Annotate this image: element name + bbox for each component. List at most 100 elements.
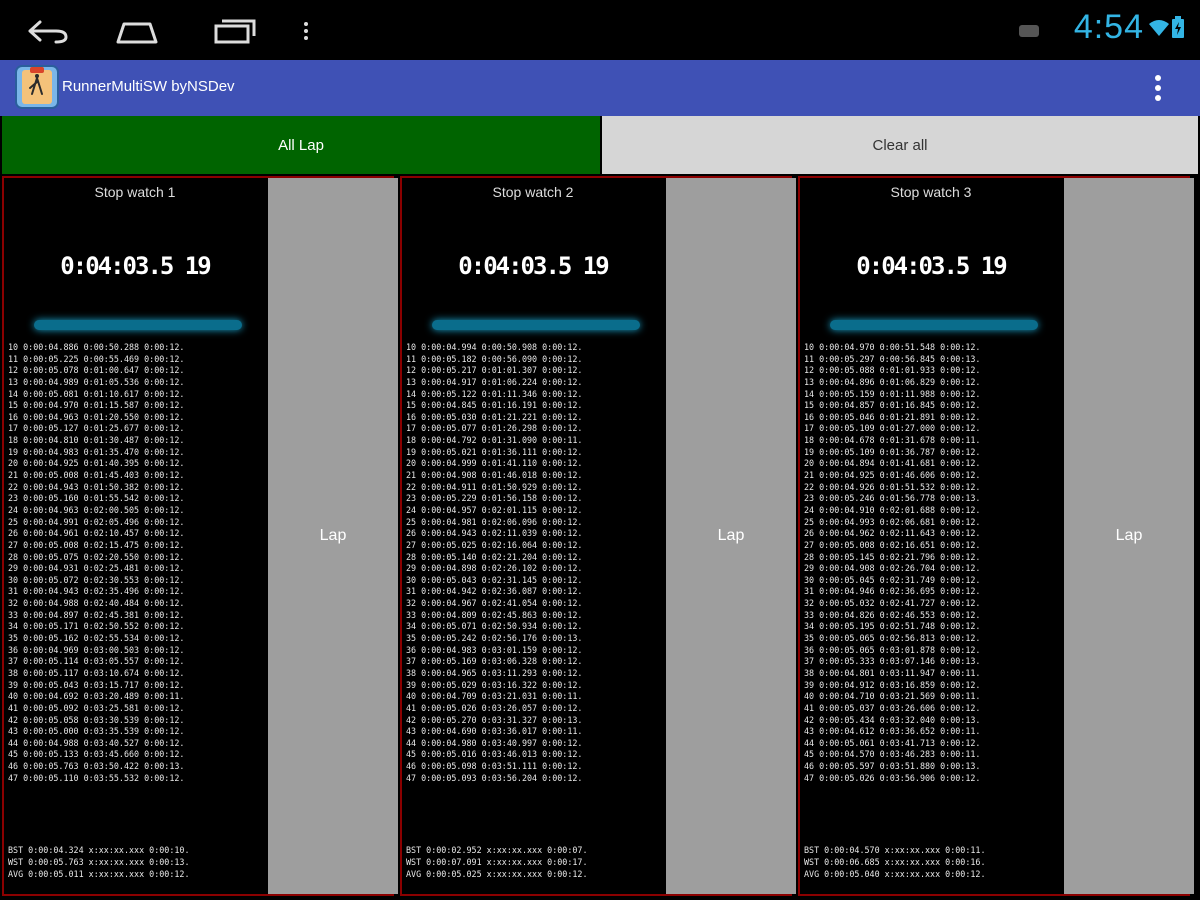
lap-row: 13 0:00:04.989 0:01:05.536 0:00:12.: [8, 376, 185, 387]
stat-row: WST 0:00:05.763 x:xx:xx.xxx 0:00:13.: [8, 857, 190, 867]
lap-list[interactable]: 10 0:00:04.994 0:00:50.908 0:00:12. 11 0:…: [406, 342, 662, 842]
lap-row: 45 0:00:05.133 0:03:45.660 0:00:12.: [8, 749, 185, 760]
lap-row: 41 0:00:05.026 0:03:26.057 0:00:12.: [406, 702, 583, 713]
lap-row: 45 0:00:04.570 0:03:46.283 0:00:11.: [804, 749, 981, 760]
system-status-bar: 4:54: [0, 0, 1200, 60]
lap-row: 34 0:00:05.071 0:02:50.934 0:00:12.: [406, 621, 583, 632]
stat-row: BST 0:00:04.324 x:xx:xx.xxx 0:00:10.: [8, 845, 190, 855]
stat-row: BST 0:00:04.570 x:xx:xx.xxx 0:00:11.: [804, 845, 986, 855]
lap-row: 17 0:00:05.109 0:01:27.000 0:00:12.: [804, 423, 981, 434]
lap-row: 28 0:00:05.140 0:02:21.204 0:00:12.: [406, 551, 583, 562]
lap-row: 18 0:00:04.810 0:01:30.487 0:00:12.: [8, 435, 185, 446]
lap-row: 10 0:00:04.886 0:00:50.288 0:00:12.: [8, 342, 185, 352]
all-lap-button[interactable]: All Lap: [2, 116, 600, 174]
wifi-icon: [1149, 20, 1169, 36]
lap-list[interactable]: 10 0:00:04.970 0:00:51.548 0:00:12. 11 0:…: [804, 342, 1060, 842]
lap-row: 39 0:00:05.029 0:03:16.322 0:00:12.: [406, 679, 583, 690]
lap-stats: BST 0:00:04.570 x:xx:xx.xxx 0:00:11. WST …: [804, 844, 1060, 890]
lap-row: 38 0:00:04.801 0:03:11.947 0:00:11.: [804, 667, 981, 678]
lap-row: 26 0:00:04.943 0:02:11.039 0:00:12.: [406, 528, 583, 539]
lap-row: 39 0:00:05.043 0:03:15.717 0:00:12.: [8, 679, 185, 690]
lap-row: 11 0:00:05.182 0:00:56.090 0:00:12.: [406, 353, 583, 364]
lap-row: 12 0:00:05.088 0:01:01.933 0:00:12.: [804, 365, 981, 376]
stat-row: AVG 0:00:05.011 x:xx:xx.xxx 0:00:12.: [8, 869, 190, 879]
app-logo-icon: [15, 65, 59, 109]
lap-row: 18 0:00:04.678 0:01:31.678 0:00:11.: [804, 435, 981, 446]
lap-row: 25 0:00:04.981 0:02:06.096 0:00:12.: [406, 516, 583, 527]
lap-row: 19 0:00:05.021 0:01:36.111 0:00:12.: [406, 446, 583, 457]
stopwatch-panel-2: Stop watch 2 0:04:03.5 19 10 0:00:04.994…: [400, 176, 796, 896]
stopwatch-progress-bar: [34, 320, 242, 330]
lap-row: 21 0:00:04.908 0:01:46.018 0:00:12.: [406, 470, 583, 481]
lap-row: 38 0:00:05.117 0:03:10.674 0:00:12.: [8, 667, 185, 678]
lap-row: 36 0:00:04.983 0:03:01.159 0:00:12.: [406, 644, 583, 655]
lap-row: 11 0:00:05.297 0:00:56.845 0:00:13.: [804, 353, 981, 364]
notification-icon: [1019, 25, 1039, 37]
lap-row: 17 0:00:05.127 0:01:25.677 0:00:12.: [8, 423, 185, 434]
stopwatch-time: 0:04:03.5 19: [856, 252, 1007, 280]
lap-row: 24 0:00:04.963 0:02:00.505 0:00:12.: [8, 504, 185, 515]
stopwatch-panel-3: Stop watch 3 0:04:03.5 19 10 0:00:04.970…: [798, 176, 1194, 896]
lap-row: 21 0:00:05.008 0:01:45.403 0:00:12.: [8, 470, 185, 481]
lap-row: 37 0:00:05.169 0:03:06.328 0:00:12.: [406, 656, 583, 667]
stopwatch-display: Stop watch 1 0:04:03.5 19 10 0:00:04.886…: [4, 178, 266, 894]
lap-row: 26 0:00:04.961 0:02:10.457 0:00:12.: [8, 528, 185, 539]
lap-row: 25 0:00:04.991 0:02:05.496 0:00:12.: [8, 516, 185, 527]
lap-row: 35 0:00:05.065 0:02:56.813 0:00:12.: [804, 633, 981, 644]
lap-row: 22 0:00:04.911 0:01:50.929 0:00:12.: [406, 481, 583, 492]
lap-row: 40 0:00:04.709 0:03:21.031 0:00:11.: [406, 691, 583, 702]
stopwatch-panel-1: Stop watch 1 0:04:03.5 19 10 0:00:04.886…: [2, 176, 398, 896]
lap-row: 41 0:00:05.037 0:03:26.606 0:00:12.: [804, 702, 981, 713]
stat-row: WST 0:00:07.091 x:xx:xx.xxx 0:00:17.: [406, 857, 588, 867]
lap-list[interactable]: 10 0:00:04.886 0:00:50.288 0:00:12. 11 0:…: [8, 342, 264, 842]
lap-row: 41 0:00:05.092 0:03:25.581 0:00:12.: [8, 702, 185, 713]
lap-row: 28 0:00:05.075 0:02:20.550 0:00:12.: [8, 551, 185, 562]
battery-icon: [1172, 16, 1184, 38]
lap-row: 31 0:00:04.943 0:02:35.496 0:00:12.: [8, 586, 185, 597]
stopwatch-time: 0:04:03.5 19: [458, 252, 609, 280]
lap-row: 20 0:00:04.894 0:01:41.681 0:00:12.: [804, 458, 981, 469]
stopwatch-progress-bar: [432, 320, 640, 330]
lap-row: 42 0:00:05.058 0:03:30.539 0:00:12.: [8, 714, 185, 725]
status-icons: 4:54: [1000, 0, 1200, 60]
lap-row: 47 0:00:05.110 0:03:55.532 0:00:12.: [8, 772, 185, 783]
lap-row: 31 0:00:04.946 0:02:36.695 0:00:12.: [804, 586, 981, 597]
lap-row: 44 0:00:04.988 0:03:40.527 0:00:12.: [8, 737, 185, 748]
lap-row: 30 0:00:05.043 0:02:31.145 0:00:12.: [406, 574, 583, 585]
lap-row: 15 0:00:04.970 0:01:15.587 0:00:12.: [8, 400, 185, 411]
lap-row: 39 0:00:04.912 0:03:16.859 0:00:12.: [804, 679, 981, 690]
lap-row: 33 0:00:04.826 0:02:46.553 0:00:12.: [804, 609, 981, 620]
lap-row: 14 0:00:05.081 0:01:10.617 0:00:12.: [8, 388, 185, 399]
app-action-bar: RunnerMultiSW byNSDev: [0, 60, 1200, 116]
lap-row: 43 0:00:04.612 0:03:36.652 0:00:11.: [804, 726, 981, 737]
lap-stats: BST 0:00:04.324 x:xx:xx.xxx 0:00:10. WST …: [8, 844, 264, 890]
lap-row: 19 0:00:04.983 0:01:35.470 0:00:12.: [8, 446, 185, 457]
lap-button[interactable]: Lap: [1064, 178, 1194, 894]
stat-row: BST 0:00:02.952 x:xx:xx.xxx 0:00:07.: [406, 845, 588, 855]
clock: 4:54: [1073, 8, 1144, 46]
menu-icon[interactable]: [288, 14, 338, 48]
stat-row: AVG 0:00:05.025 x:xx:xx.xxx 0:00:12.: [406, 869, 588, 879]
lap-button[interactable]: Lap: [268, 178, 398, 894]
lap-row: 45 0:00:05.016 0:03:46.013 0:00:12.: [406, 749, 583, 760]
lap-row: 32 0:00:05.032 0:02:41.727 0:00:12.: [804, 598, 981, 609]
lap-row: 37 0:00:05.333 0:03:07.146 0:00:13.: [804, 656, 981, 667]
overflow-menu-icon[interactable]: [1144, 70, 1172, 106]
lap-button[interactable]: Lap: [666, 178, 796, 894]
back-icon[interactable]: [22, 14, 72, 48]
lap-row: 44 0:00:04.980 0:03:40.997 0:00:12.: [406, 737, 583, 748]
lap-row: 42 0:00:05.434 0:03:32.040 0:00:13.: [804, 714, 981, 725]
stopwatch-display: Stop watch 2 0:04:03.5 19 10 0:00:04.994…: [402, 178, 664, 894]
lap-row: 43 0:00:04.690 0:03:36.017 0:00:11.: [406, 726, 583, 737]
lap-row: 18 0:00:04.792 0:01:31.090 0:00:11.: [406, 435, 583, 446]
clear-all-button[interactable]: Clear all: [602, 116, 1198, 174]
lap-row: 29 0:00:04.931 0:02:25.481 0:00:12.: [8, 563, 185, 574]
lap-row: 16 0:00:05.030 0:01:21.221 0:00:12.: [406, 411, 583, 422]
lap-row: 19 0:00:05.109 0:01:36.787 0:00:12.: [804, 446, 981, 457]
lap-row: 11 0:00:05.225 0:00:55.469 0:00:12.: [8, 353, 185, 364]
lap-stats: BST 0:00:02.952 x:xx:xx.xxx 0:00:07. WST …: [406, 844, 662, 890]
home-icon[interactable]: [112, 14, 162, 48]
lap-row: 30 0:00:05.045 0:02:31.749 0:00:12.: [804, 574, 981, 585]
lap-row: 15 0:00:04.857 0:01:16.845 0:00:12.: [804, 400, 981, 411]
recent-apps-icon[interactable]: [208, 14, 258, 48]
